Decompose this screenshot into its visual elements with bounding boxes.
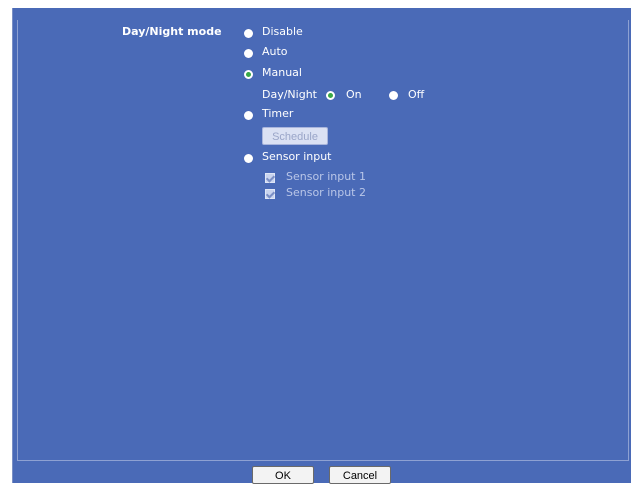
sensor-input-1-checkbox[interactable] — [265, 173, 275, 183]
on-radio[interactable] — [326, 91, 335, 100]
auto-label: Auto — [262, 45, 288, 58]
sensor-input-1-label: Sensor input 1 — [286, 170, 366, 183]
sensor-input-label: Sensor input — [262, 150, 332, 163]
sensor-input-2-checkbox[interactable] — [265, 189, 275, 199]
schedule-button[interactable]: Schedule — [262, 127, 328, 145]
timer-label: Timer — [262, 107, 294, 120]
settings-panel — [17, 20, 629, 461]
ok-button[interactable]: OK — [252, 466, 314, 484]
off-radio[interactable] — [389, 91, 398, 100]
cancel-button[interactable]: Cancel — [329, 466, 391, 484]
timer-radio[interactable] — [244, 111, 253, 120]
day-night-mode-label: Day/Night mode — [122, 25, 222, 38]
sensor-input-radio[interactable] — [244, 154, 253, 163]
day-night-sublabel: Day/Night — [262, 88, 317, 101]
disable-radio[interactable] — [244, 29, 253, 38]
auto-radio[interactable] — [244, 49, 253, 58]
on-label: On — [346, 88, 362, 101]
disable-label: Disable — [262, 25, 303, 38]
manual-radio[interactable] — [244, 70, 253, 79]
manual-label: Manual — [262, 66, 302, 79]
off-label: Off — [408, 88, 425, 101]
sensor-input-2-label: Sensor input 2 — [286, 186, 366, 199]
